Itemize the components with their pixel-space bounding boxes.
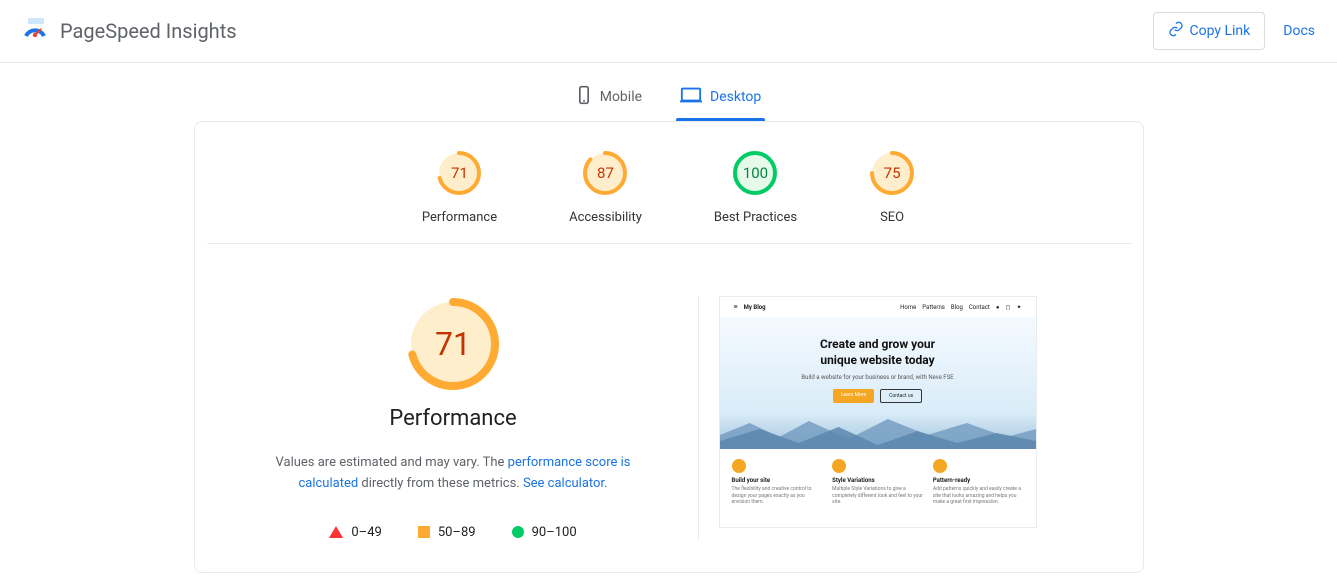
preview-nav: Home Patterns Blog Contact ● ◻ ✦: [900, 304, 1021, 311]
gauge-label: Best Practices: [714, 210, 797, 225]
gauge-value: 71: [436, 150, 482, 196]
legend-avg: 50–89: [418, 525, 476, 540]
performance-title: Performance: [389, 406, 516, 431]
main-row: 71 Performance Values are estimated and …: [195, 244, 1143, 540]
copy-link-button[interactable]: Copy Link: [1153, 12, 1266, 50]
performance-summary: 71 Performance Values are estimated and …: [229, 296, 699, 540]
gauge-best-practices[interactable]: 100 Best Practices: [714, 150, 797, 225]
gauge-label: SEO: [880, 210, 904, 225]
legend-label: 0–49: [351, 525, 381, 540]
legend-fail: 0–49: [329, 525, 381, 540]
legend-label: 90–100: [532, 525, 577, 540]
docs-link[interactable]: Docs: [1283, 23, 1315, 39]
twitter-icon: ✦: [1016, 304, 1021, 311]
feature-title: Style Variations: [832, 477, 923, 484]
preview-hero: Create and grow yourunique website today…: [720, 317, 1036, 413]
header-actions: Copy Link Docs: [1153, 12, 1316, 50]
facebook-icon: ●: [996, 304, 1000, 311]
gauge-value: 75: [869, 150, 915, 196]
feature-title: Pattern-ready: [933, 477, 1024, 484]
preview-header: ≡My Blog Home Patterns Blog Contact ● ◻ …: [720, 297, 1036, 317]
gauge-performance[interactable]: 71 Performance: [422, 150, 497, 225]
legend-good: 90–100: [512, 525, 577, 540]
gauge-value: 87: [582, 150, 628, 196]
preview-nav-item: Contact: [969, 304, 990, 311]
psi-logo-icon: [22, 16, 48, 46]
gauge-seo[interactable]: 75 SEO: [869, 150, 915, 225]
square-icon: [418, 526, 430, 538]
mobile-icon: [576, 85, 592, 109]
feature-title: Build your site: [732, 477, 823, 484]
preview-feature: Pattern-ready Add patterns quickly and ea…: [933, 459, 1024, 506]
feature-icon: [732, 459, 746, 473]
tab-mobile[interactable]: Mobile: [572, 77, 646, 121]
gauge-label: Performance: [422, 210, 497, 225]
instagram-icon: ◻: [1005, 304, 1010, 311]
report-card: 71 Performance 87 Accessibility 100 Best…: [194, 121, 1144, 573]
performance-description: Values are estimated and may vary. The p…: [253, 453, 653, 495]
desc-text: Values are estimated and may vary. The: [276, 455, 508, 470]
preview-features: Build your site The flexibility and creat…: [720, 449, 1036, 516]
triangle-icon: [329, 526, 343, 538]
feature-icon: [933, 459, 947, 473]
preview-site-name: My Blog: [744, 304, 766, 311]
copy-link-label: Copy Link: [1190, 23, 1251, 39]
feature-desc: The flexibility and creative control to …: [732, 486, 823, 506]
preview-nav-item: Blog: [951, 304, 963, 311]
app-title: PageSpeed Insights: [60, 19, 237, 43]
category-gauges: 71 Performance 87 Accessibility 100 Best…: [195, 146, 1143, 243]
performance-big-score: 71: [405, 296, 501, 392]
app-header: PageSpeed Insights Copy Link Docs: [0, 0, 1337, 63]
preview-mountains: [720, 413, 1036, 449]
performance-big-gauge: 71: [405, 296, 501, 392]
see-calculator-link[interactable]: See calculator.: [523, 476, 608, 491]
preview-feature: Build your site The flexibility and creat…: [732, 459, 823, 506]
feature-desc: Multiple Style Variations to give a comp…: [832, 486, 923, 506]
circle-icon: [512, 526, 524, 538]
tab-mobile-label: Mobile: [600, 89, 642, 105]
site-preview-wrap: ≡My Blog Home Patterns Blog Contact ● ◻ …: [719, 296, 1037, 540]
site-preview: ≡My Blog Home Patterns Blog Contact ● ◻ …: [719, 296, 1037, 528]
preview-cta-primary: Learn More: [833, 389, 874, 403]
preview-nav-item: Home: [900, 304, 916, 311]
gauge-accessibility[interactable]: 87 Accessibility: [569, 150, 642, 225]
device-tabs: Mobile Desktop: [0, 63, 1337, 121]
brand: PageSpeed Insights: [22, 16, 237, 46]
preview-headline: Create and grow yourunique website today: [730, 337, 1026, 368]
score-legend: 0–49 50–89 90–100: [329, 525, 576, 540]
desc-text: directly from these metrics.: [358, 476, 523, 491]
gauge-label: Accessibility: [569, 210, 642, 225]
preview-nav-item: Patterns: [922, 304, 945, 311]
preview-buttons: Learn More Contact us: [730, 389, 1026, 403]
tab-desktop-label: Desktop: [710, 89, 761, 105]
preview-cta-secondary: Contact us: [880, 389, 922, 403]
link-icon: [1168, 21, 1184, 41]
feature-desc: Add patterns quickly and easily create a…: [933, 486, 1024, 506]
tab-desktop[interactable]: Desktop: [676, 77, 765, 121]
gauge-value: 100: [732, 150, 778, 196]
preview-subhead: Build a website for your business or bra…: [730, 374, 1026, 381]
legend-label: 50–89: [438, 525, 476, 540]
desktop-icon: [680, 86, 702, 108]
feature-icon: [832, 459, 846, 473]
preview-feature: Style Variations Multiple Style Variation…: [832, 459, 923, 506]
